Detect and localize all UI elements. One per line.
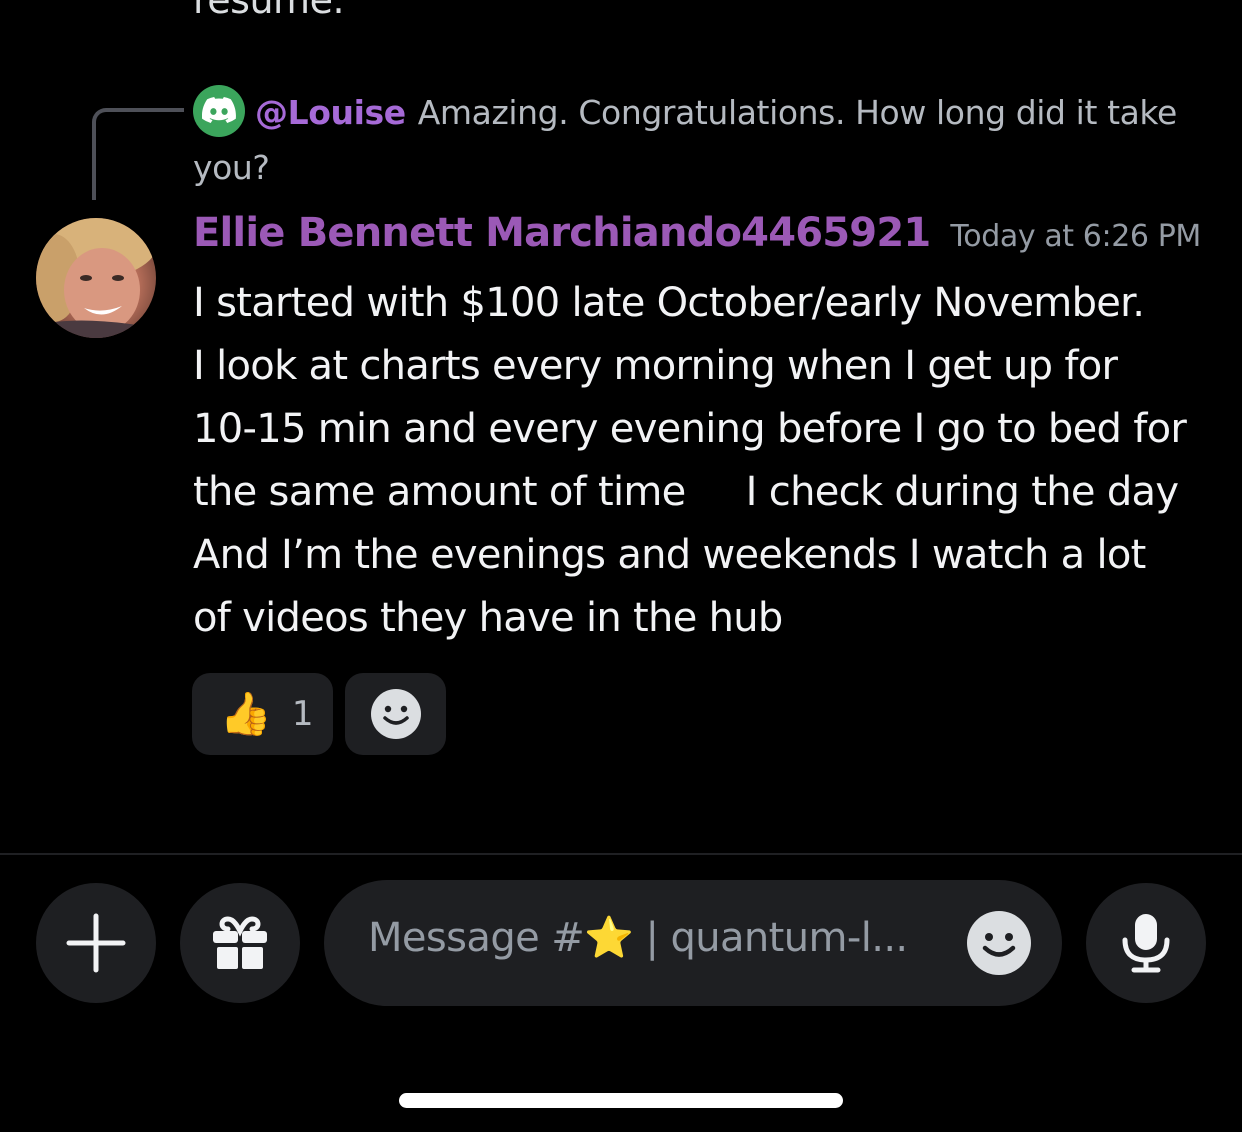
reply-mention[interactable]: @Louise — [255, 93, 406, 132]
message-input[interactable]: Message #⭐ | quantum-l... — [324, 880, 1062, 1006]
author-username[interactable]: Ellie Bennett Marchiando4465921 — [193, 210, 931, 256]
message-line: I started with $100 late October/early N… — [193, 280, 1145, 326]
reaction-thumbs-up[interactable]: 👍 1 — [192, 673, 333, 755]
previous-message-fragment: resume. — [193, 0, 345, 22]
gift-button[interactable] — [180, 883, 300, 1003]
reply-preview[interactable]: @Louise Amazing. Congratulations. How lon… — [193, 84, 1203, 195]
message-line: the same amount of time I check during t… — [193, 469, 1179, 515]
emoji-picker-button[interactable] — [966, 910, 1032, 980]
avatar[interactable] — [36, 218, 156, 338]
message-header: Ellie Bennett Marchiando4465921 Today at … — [193, 210, 1201, 256]
voice-message-button[interactable] — [1086, 883, 1206, 1003]
microphone-icon — [1122, 914, 1170, 973]
smiley-icon — [370, 689, 421, 739]
discord-icon — [193, 84, 245, 137]
plus-icon — [66, 913, 126, 973]
reactions-bar: 👍 1 — [192, 673, 446, 755]
message-input-placeholder: Message #⭐ | quantum-l... — [368, 915, 908, 961]
composer-divider — [0, 853, 1242, 855]
add-reaction-button[interactable] — [345, 673, 446, 755]
message-timestamp: Today at 6:26 PM — [950, 219, 1201, 254]
reaction-count: 1 — [291, 694, 314, 734]
message-line: And I’m the evenings and weekends I watc… — [193, 532, 1146, 578]
message-line: I look at charts every morning when I ge… — [193, 343, 1118, 389]
attach-button[interactable] — [36, 883, 156, 1003]
home-indicator[interactable] — [399, 1093, 843, 1108]
thumbs-up-icon: 👍 — [219, 689, 272, 738]
message-content: I started with $100 late October/early N… — [193, 272, 1223, 650]
message-line: 10-15 min and every evening before I go … — [193, 406, 1187, 452]
message-line: of videos they have in the hub — [193, 595, 783, 641]
reply-connector-line — [92, 108, 184, 200]
smiley-icon — [967, 911, 1031, 975]
gift-icon — [213, 916, 267, 969]
